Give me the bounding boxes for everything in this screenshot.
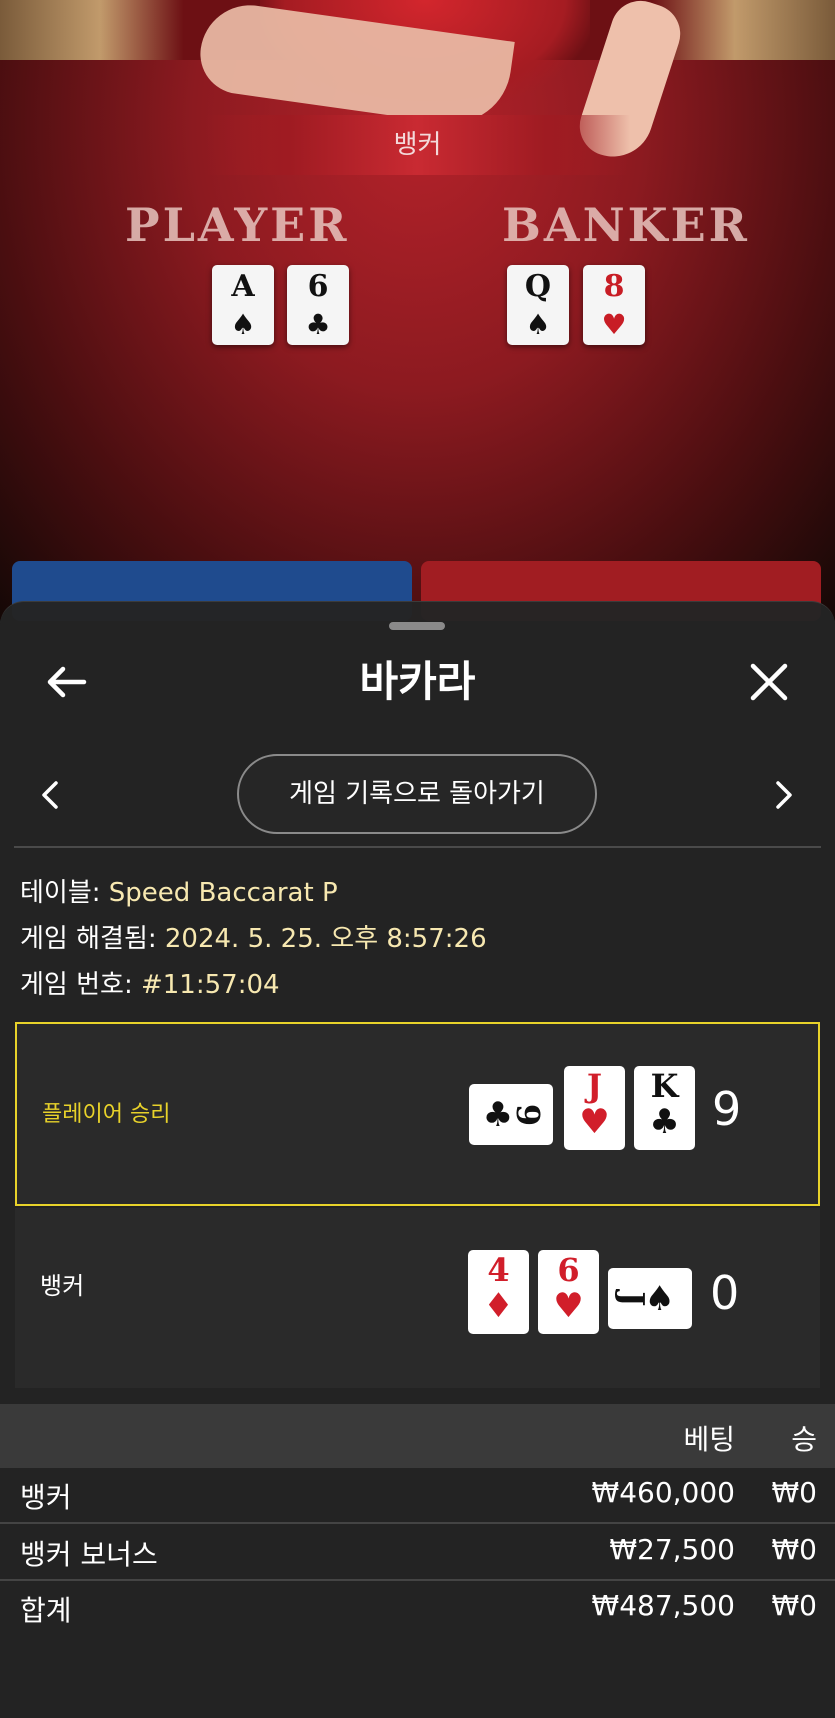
bet-row: 뱅커 ₩460,000 ₩0 <box>0 1466 835 1524</box>
chevron-left-icon[interactable] <box>30 772 70 818</box>
bet-name: 뱅커 <box>20 1481 72 1514</box>
player-card-1: ♣ 9 <box>469 1084 553 1145</box>
bets-table-header: 베팅 승 <box>0 1404 835 1468</box>
banker-card-2: 6 ♥ <box>538 1250 599 1334</box>
win-amount: ₩0 <box>771 1589 818 1622</box>
banker-card-3: J ♠ <box>608 1268 692 1329</box>
table-info: 테이블: Speed Baccarat P <box>20 878 338 908</box>
bet-row: 뱅커 보너스 ₩27,500 ₩0 <box>0 1523 835 1581</box>
bet-amount: ₩27,500 <box>609 1533 735 1566</box>
win-column-header: 승 <box>791 1423 817 1456</box>
win-amount: ₩0 <box>771 1476 818 1509</box>
divider <box>14 846 821 848</box>
table-player-card-1: A ♠ <box>212 265 274 345</box>
player-score: 9 <box>712 1082 742 1136</box>
table-player-card-2: 6 ♣ <box>287 265 349 345</box>
resolved-time-info: 게임 해결됨: 2024. 5. 25. 오후 8:57:26 <box>20 924 487 954</box>
close-icon[interactable] <box>742 655 796 709</box>
banker-score: 0 <box>710 1266 740 1320</box>
player-card-2: J ♥ <box>564 1066 625 1150</box>
round-result-banner: 뱅커 <box>205 115 630 175</box>
player-card-3: K ♣ <box>634 1066 695 1150</box>
win-amount: ₩0 <box>771 1533 818 1566</box>
player-win-label: 플레이어 승리 <box>42 1102 171 1127</box>
player-side-label: PLAYER <box>125 198 350 252</box>
sheet-drag-handle[interactable] <box>389 622 445 630</box>
bet-name: 뱅커 보너스 <box>20 1538 158 1571</box>
table-banker-card-1: Q ♠ <box>507 265 569 345</box>
chevron-right-icon[interactable] <box>764 772 804 818</box>
bet-column-header: 베팅 <box>683 1423 735 1456</box>
back-to-history-button[interactable]: 게임 기록으로 돌아가기 <box>237 754 597 834</box>
total-row: 합계 ₩487,500 ₩0 <box>0 1579 835 1635</box>
bet-amount: ₩487,500 <box>591 1589 735 1622</box>
page-title: 바카라 <box>359 657 476 706</box>
banker-label: 뱅커 <box>40 1272 85 1300</box>
banker-side-label: BANKER <box>502 198 750 252</box>
player-result-row: 플레이어 승리 ♣ 9 J ♥ K ♣ 9 <box>15 1022 820 1206</box>
bet-amount: ₩460,000 <box>591 1476 735 1509</box>
table-banker-card-2: 8 ♥ <box>583 265 645 345</box>
round-number-info: 게임 번호: #11:57:04 <box>20 970 280 1000</box>
banker-result-row: 뱅커 4 ♦ 6 ♥ J ♠ 0 <box>15 1208 820 1388</box>
bet-name: 합계 <box>20 1594 72 1627</box>
banker-card-1: 4 ♦ <box>468 1250 529 1334</box>
